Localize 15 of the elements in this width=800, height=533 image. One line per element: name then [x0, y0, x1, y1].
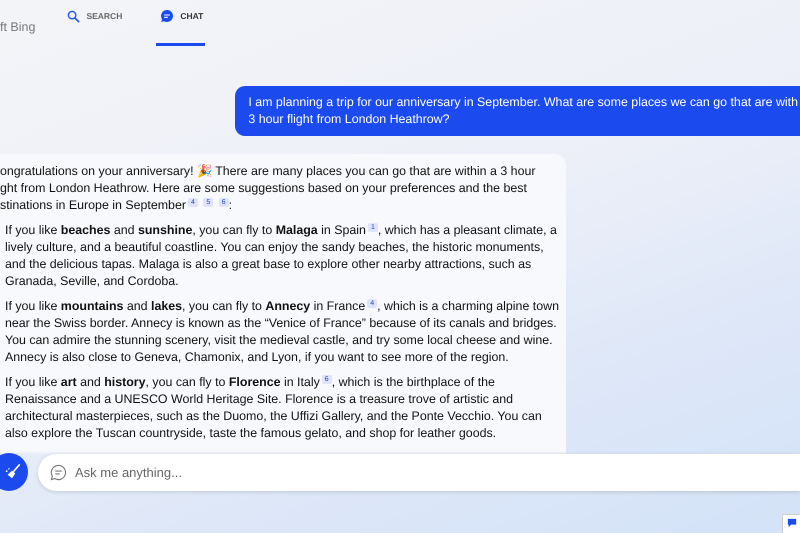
- user-message: I am planning a trip for our anniversary in September. What are some places we can go that are with 3 hour flight from London Heathrow?: [235, 86, 800, 136]
- input-field[interactable]: Ask me anything...: [38, 454, 800, 490]
- brand-name: ft Bing: [0, 20, 36, 34]
- chat-bubble-icon: [160, 9, 174, 23]
- new-topic-button[interactable]: [0, 453, 28, 491]
- response-paragraph: If you like art and history, you can fly to Florence in Italy$^{6}$, which is the birthplace of the Renaissance and a UNESCO World Heritage Site. Florence is a treasure trove of artistic and architectural masterpieces, such as the Duomo, the Uffizi Gallery, and the Ponte Vecchio. You can also explore the Tuscan countryside, taste the famous gelato, and shop for leather goods.: [5, 374, 543, 442]
- nav-tab[interactable]: CHAT: [156, 0, 206, 46]
- search-icon: [67, 10, 80, 22]
- chat-bubble-icon: [786, 518, 796, 528]
- broom-icon: [4, 463, 22, 481]
- chat-bubble-icon: [50, 464, 67, 480]
- nav-tab[interactable]: SEARCH: [63, 0, 126, 46]
- response-paragraph: If you like mountains and lakes, you can fly to Annecy in France$^{4}$, which is a charming alpine town near the Swiss border. Annecy is known as the “Venice of France” because of its canals and bridges. You can admire the stunning scenery, visit the medieval castle, and try some local cheese and wine. Annecy is also close to Geneva, Chamonix, and Lyon, if you want to see more of the region.: [5, 298, 560, 366]
- response-paragraph: If you like beaches and sunshine, you can fly to Malaga in Spain$^{1}$, which has a pleasant climate, a lively culture, and a beautiful coastline. You can enjoy the sandy beaches, the historic monuments, and the delicious tapas. Malaga is also a great base to explore other nearby attractions, such as Granada, Seville, and Cordoba.: [5, 222, 558, 290]
- feedback-button[interactable]: [782, 514, 800, 533]
